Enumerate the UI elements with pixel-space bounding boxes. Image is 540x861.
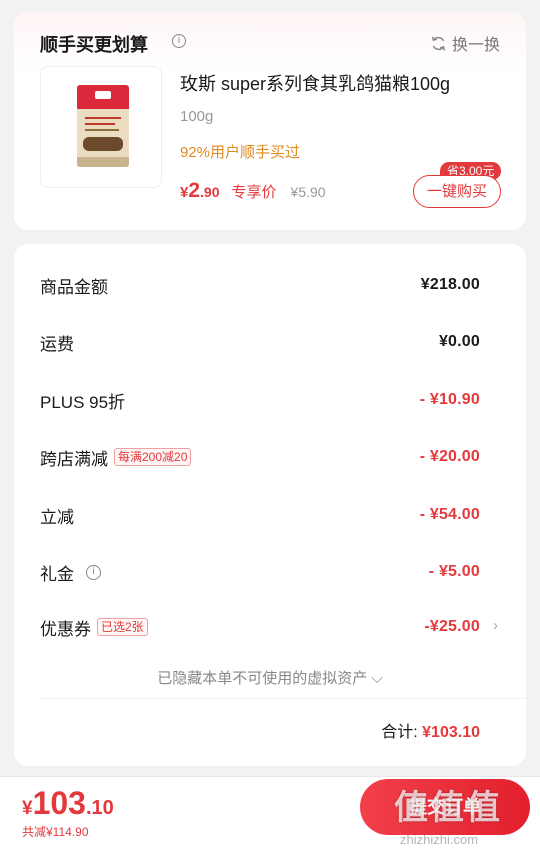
row-value: ¥218.00 [420, 276, 480, 293]
summary-row-cross-store[interactable]: 跨店满减 每满200减20 - ¥20.00 [40, 442, 480, 472]
row-label: 商品金额 [40, 277, 108, 297]
product-name[interactable]: 玫斯 super系列食其乳鸽猫粮100g [180, 70, 450, 96]
coupon-count-tag: 已选2张 [97, 618, 148, 636]
total-saved[interactable]: 共减¥114.90 [22, 823, 89, 840]
final-price: ¥ 103 .10 [22, 785, 114, 822]
total-label: 合计: [381, 724, 418, 741]
row-label: PLUS 95折 [40, 392, 126, 412]
summary-row-goods-amount: 商品金额 ¥218.00 [40, 270, 480, 300]
summary-row-shipping: 运费 ¥0.00 [40, 327, 480, 357]
order-summary-card: 商品金额 ¥218.00 运费 ¥0.00 PLUS 95折 - ¥10.90 … [14, 244, 526, 766]
hidden-assets-toggle[interactable]: 已隐藏本单不可使用的虚拟资产 ⌵ [14, 667, 526, 688]
price-integer: 2 [188, 179, 201, 202]
row-value: - ¥5.00 [428, 563, 480, 580]
summary-row-gift-money: 礼金 i - ¥5.00 [40, 557, 480, 587]
row-value: - ¥10.90 [419, 391, 480, 408]
info-icon[interactable]: i [172, 34, 186, 48]
row-label: 礼金 [40, 564, 74, 584]
swap-label: 换一换 [451, 37, 500, 54]
price-decimal: .90 [200, 184, 220, 200]
row-label: 跨店满减 [40, 449, 108, 469]
row-value: ¥0.00 [438, 333, 480, 350]
divider [40, 698, 526, 699]
info-icon[interactable]: i [86, 564, 101, 580]
summary-row-plus-discount: PLUS 95折 - ¥10.90 [40, 385, 480, 415]
swap-button[interactable]: 换一换 [430, 31, 500, 55]
product-price: ¥ 2 .90 专享价 ¥5.90 [180, 179, 326, 203]
recommend-card: 顺手买更划算 i 换一换 玫斯 super系列食其乳鸽猫粮100g 100g 9… [14, 12, 526, 230]
total-row: 合计: ¥103.10 [381, 718, 480, 742]
summary-row-instant-discount: 立减 - ¥54.00 [40, 500, 480, 530]
watermark-logo: 值值值 [394, 789, 502, 827]
bought-stat: 92%用户顺手买过 [180, 144, 301, 161]
row-value: - ¥54.00 [419, 506, 480, 523]
original-price: ¥5.90 [290, 184, 326, 200]
promo-tag: 每满200减20 [114, 448, 192, 466]
refresh-icon [431, 36, 446, 50]
row-label: 运费 [40, 334, 74, 354]
price-currency: ¥ [180, 184, 189, 201]
total-value: ¥103.10 [422, 724, 480, 741]
row-label: 优惠券 [40, 619, 91, 639]
product-weight: 100g [180, 108, 214, 125]
one-click-buy-button[interactable]: 一键购买 [413, 175, 501, 208]
row-value: - ¥20.00 [419, 448, 480, 465]
product-image[interactable] [40, 66, 162, 188]
row-value: -¥25.00 [424, 618, 480, 635]
summary-row-coupon[interactable]: 优惠券 已选2张 -¥25.00 [40, 612, 480, 642]
cat-food-package [77, 85, 129, 167]
final-price-integer: 103 [32, 785, 86, 821]
final-price-currency: ¥ [22, 798, 33, 819]
recommend-title: 顺手买更划算 [40, 35, 148, 55]
chevron-right-icon[interactable]: › [493, 617, 498, 634]
watermark-url: zhizhizhi.com [400, 832, 479, 847]
row-label: 立减 [40, 507, 74, 527]
final-price-decimal: .10 [85, 797, 114, 819]
exclusive-price-tag: 专享价 [231, 184, 277, 201]
